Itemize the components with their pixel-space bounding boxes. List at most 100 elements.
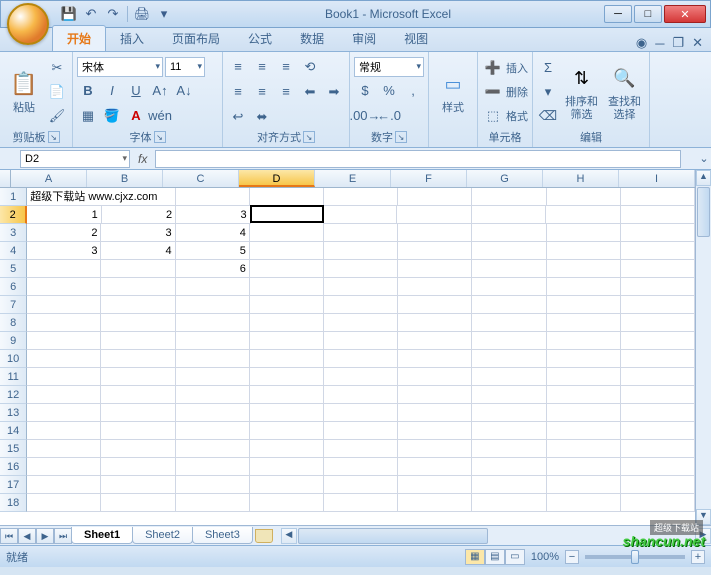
- currency-button[interactable]: $: [354, 80, 376, 102]
- cell-I14[interactable]: [621, 422, 695, 440]
- cell-E17[interactable]: [324, 476, 398, 494]
- indent-dec-button[interactable]: ⬅: [299, 81, 321, 103]
- cell-C2[interactable]: 3: [176, 206, 250, 224]
- border-button[interactable]: ▦: [77, 105, 99, 127]
- cell-E4[interactable]: [324, 242, 398, 260]
- cell-E14[interactable]: [324, 422, 398, 440]
- cell-H3[interactable]: [547, 224, 621, 242]
- row-header-1[interactable]: 1: [0, 188, 27, 206]
- doc-close-icon[interactable]: ✕: [692, 35, 703, 51]
- cell-B18[interactable]: [101, 494, 175, 512]
- cell-F16[interactable]: [398, 458, 472, 476]
- insert-cells-button[interactable]: ➕: [482, 57, 504, 79]
- alignment-launcher[interactable]: ↘: [303, 131, 315, 143]
- phonetic-button[interactable]: wén: [149, 105, 171, 127]
- cell-D17[interactable]: [250, 476, 324, 494]
- column-header-C[interactable]: C: [163, 170, 239, 187]
- cell-G13[interactable]: [472, 404, 546, 422]
- cell-D9[interactable]: [250, 332, 324, 350]
- cell-F2[interactable]: [397, 206, 471, 224]
- row-header-12[interactable]: 12: [0, 386, 27, 404]
- name-box[interactable]: D2: [20, 150, 130, 168]
- undo-icon[interactable]: ↶: [83, 6, 99, 22]
- hscroll-thumb[interactable]: [298, 528, 488, 544]
- cell-F18[interactable]: [398, 494, 472, 512]
- row-header-15[interactable]: 15: [0, 440, 27, 458]
- cell-E18[interactable]: [324, 494, 398, 512]
- font-launcher[interactable]: ↘: [154, 131, 166, 143]
- fill-color-button[interactable]: 🪣: [101, 105, 123, 127]
- shrink-font-button[interactable]: A↓: [173, 80, 195, 102]
- zoom-in-button[interactable]: +: [691, 550, 705, 564]
- cell-E2[interactable]: [323, 206, 397, 224]
- cell-D15[interactable]: [250, 440, 324, 458]
- cell-E5[interactable]: [324, 260, 398, 278]
- cell-D13[interactable]: [250, 404, 324, 422]
- sheet-nav-last[interactable]: ⏭: [54, 528, 72, 544]
- cell-I9[interactable]: [621, 332, 695, 350]
- cell-C5[interactable]: 6: [176, 260, 250, 278]
- column-header-E[interactable]: E: [315, 170, 391, 187]
- row-header-6[interactable]: 6: [0, 278, 27, 296]
- cell-G6[interactable]: [472, 278, 546, 296]
- cell-H9[interactable]: [547, 332, 621, 350]
- cell-B6[interactable]: [101, 278, 175, 296]
- cell-A7[interactable]: [27, 296, 101, 314]
- cell-H16[interactable]: [547, 458, 621, 476]
- cell-D18[interactable]: [250, 494, 324, 512]
- cell-G11[interactable]: [472, 368, 546, 386]
- cell-H2[interactable]: [546, 206, 620, 224]
- cell-I1[interactable]: [621, 188, 695, 206]
- cell-G16[interactable]: [472, 458, 546, 476]
- cell-E13[interactable]: [324, 404, 398, 422]
- scroll-down-icon[interactable]: ▼: [696, 509, 711, 525]
- new-sheet-button[interactable]: [255, 529, 273, 543]
- grow-font-button[interactable]: A↑: [149, 80, 171, 102]
- cell-E1[interactable]: [324, 188, 398, 206]
- office-button[interactable]: [7, 3, 49, 45]
- cell-I12[interactable]: [621, 386, 695, 404]
- tab-review[interactable]: 审阅: [338, 26, 390, 51]
- cell-E10[interactable]: [324, 350, 398, 368]
- cell-A2[interactable]: 1: [27, 206, 101, 224]
- format-painter-button[interactable]: 🖌: [46, 105, 68, 127]
- cell-D8[interactable]: [250, 314, 324, 332]
- merge-button[interactable]: ⬌: [251, 106, 273, 128]
- scroll-left-icon[interactable]: ◀: [281, 528, 297, 544]
- cell-B4[interactable]: 4: [101, 242, 175, 260]
- fill-button[interactable]: ▾: [537, 81, 559, 103]
- cell-C7[interactable]: [176, 296, 250, 314]
- cell-A16[interactable]: [27, 458, 101, 476]
- cell-D6[interactable]: [250, 278, 324, 296]
- row-header-9[interactable]: 9: [0, 332, 27, 350]
- cell-H12[interactable]: [547, 386, 621, 404]
- tab-view[interactable]: 视图: [390, 26, 442, 51]
- cell-B17[interactable]: [101, 476, 175, 494]
- cell-I4[interactable]: [621, 242, 695, 260]
- cell-G8[interactable]: [472, 314, 546, 332]
- cell-B3[interactable]: 3: [101, 224, 175, 242]
- formula-input[interactable]: [155, 150, 681, 168]
- cell-H4[interactable]: [547, 242, 621, 260]
- cell-C12[interactable]: [176, 386, 250, 404]
- column-header-I[interactable]: I: [619, 170, 695, 187]
- cell-H10[interactable]: [547, 350, 621, 368]
- cell-F17[interactable]: [398, 476, 472, 494]
- fx-icon[interactable]: fx: [130, 152, 155, 166]
- cell-C10[interactable]: [176, 350, 250, 368]
- cell-H14[interactable]: [547, 422, 621, 440]
- cell-F12[interactable]: [398, 386, 472, 404]
- sheet-nav-prev[interactable]: ◀: [18, 528, 36, 544]
- cell-I18[interactable]: [621, 494, 695, 512]
- copy-button[interactable]: 📄: [46, 81, 68, 103]
- vscroll-thumb[interactable]: [697, 187, 710, 237]
- sheet-nav-next[interactable]: ▶: [36, 528, 54, 544]
- cell-I3[interactable]: [621, 224, 695, 242]
- cell-D14[interactable]: [250, 422, 324, 440]
- row-header-7[interactable]: 7: [0, 296, 27, 314]
- cell-A9[interactable]: [27, 332, 101, 350]
- cell-G15[interactable]: [472, 440, 546, 458]
- doc-restore-icon[interactable]: ❐: [672, 35, 684, 51]
- cell-H7[interactable]: [547, 296, 621, 314]
- cell-B15[interactable]: [101, 440, 175, 458]
